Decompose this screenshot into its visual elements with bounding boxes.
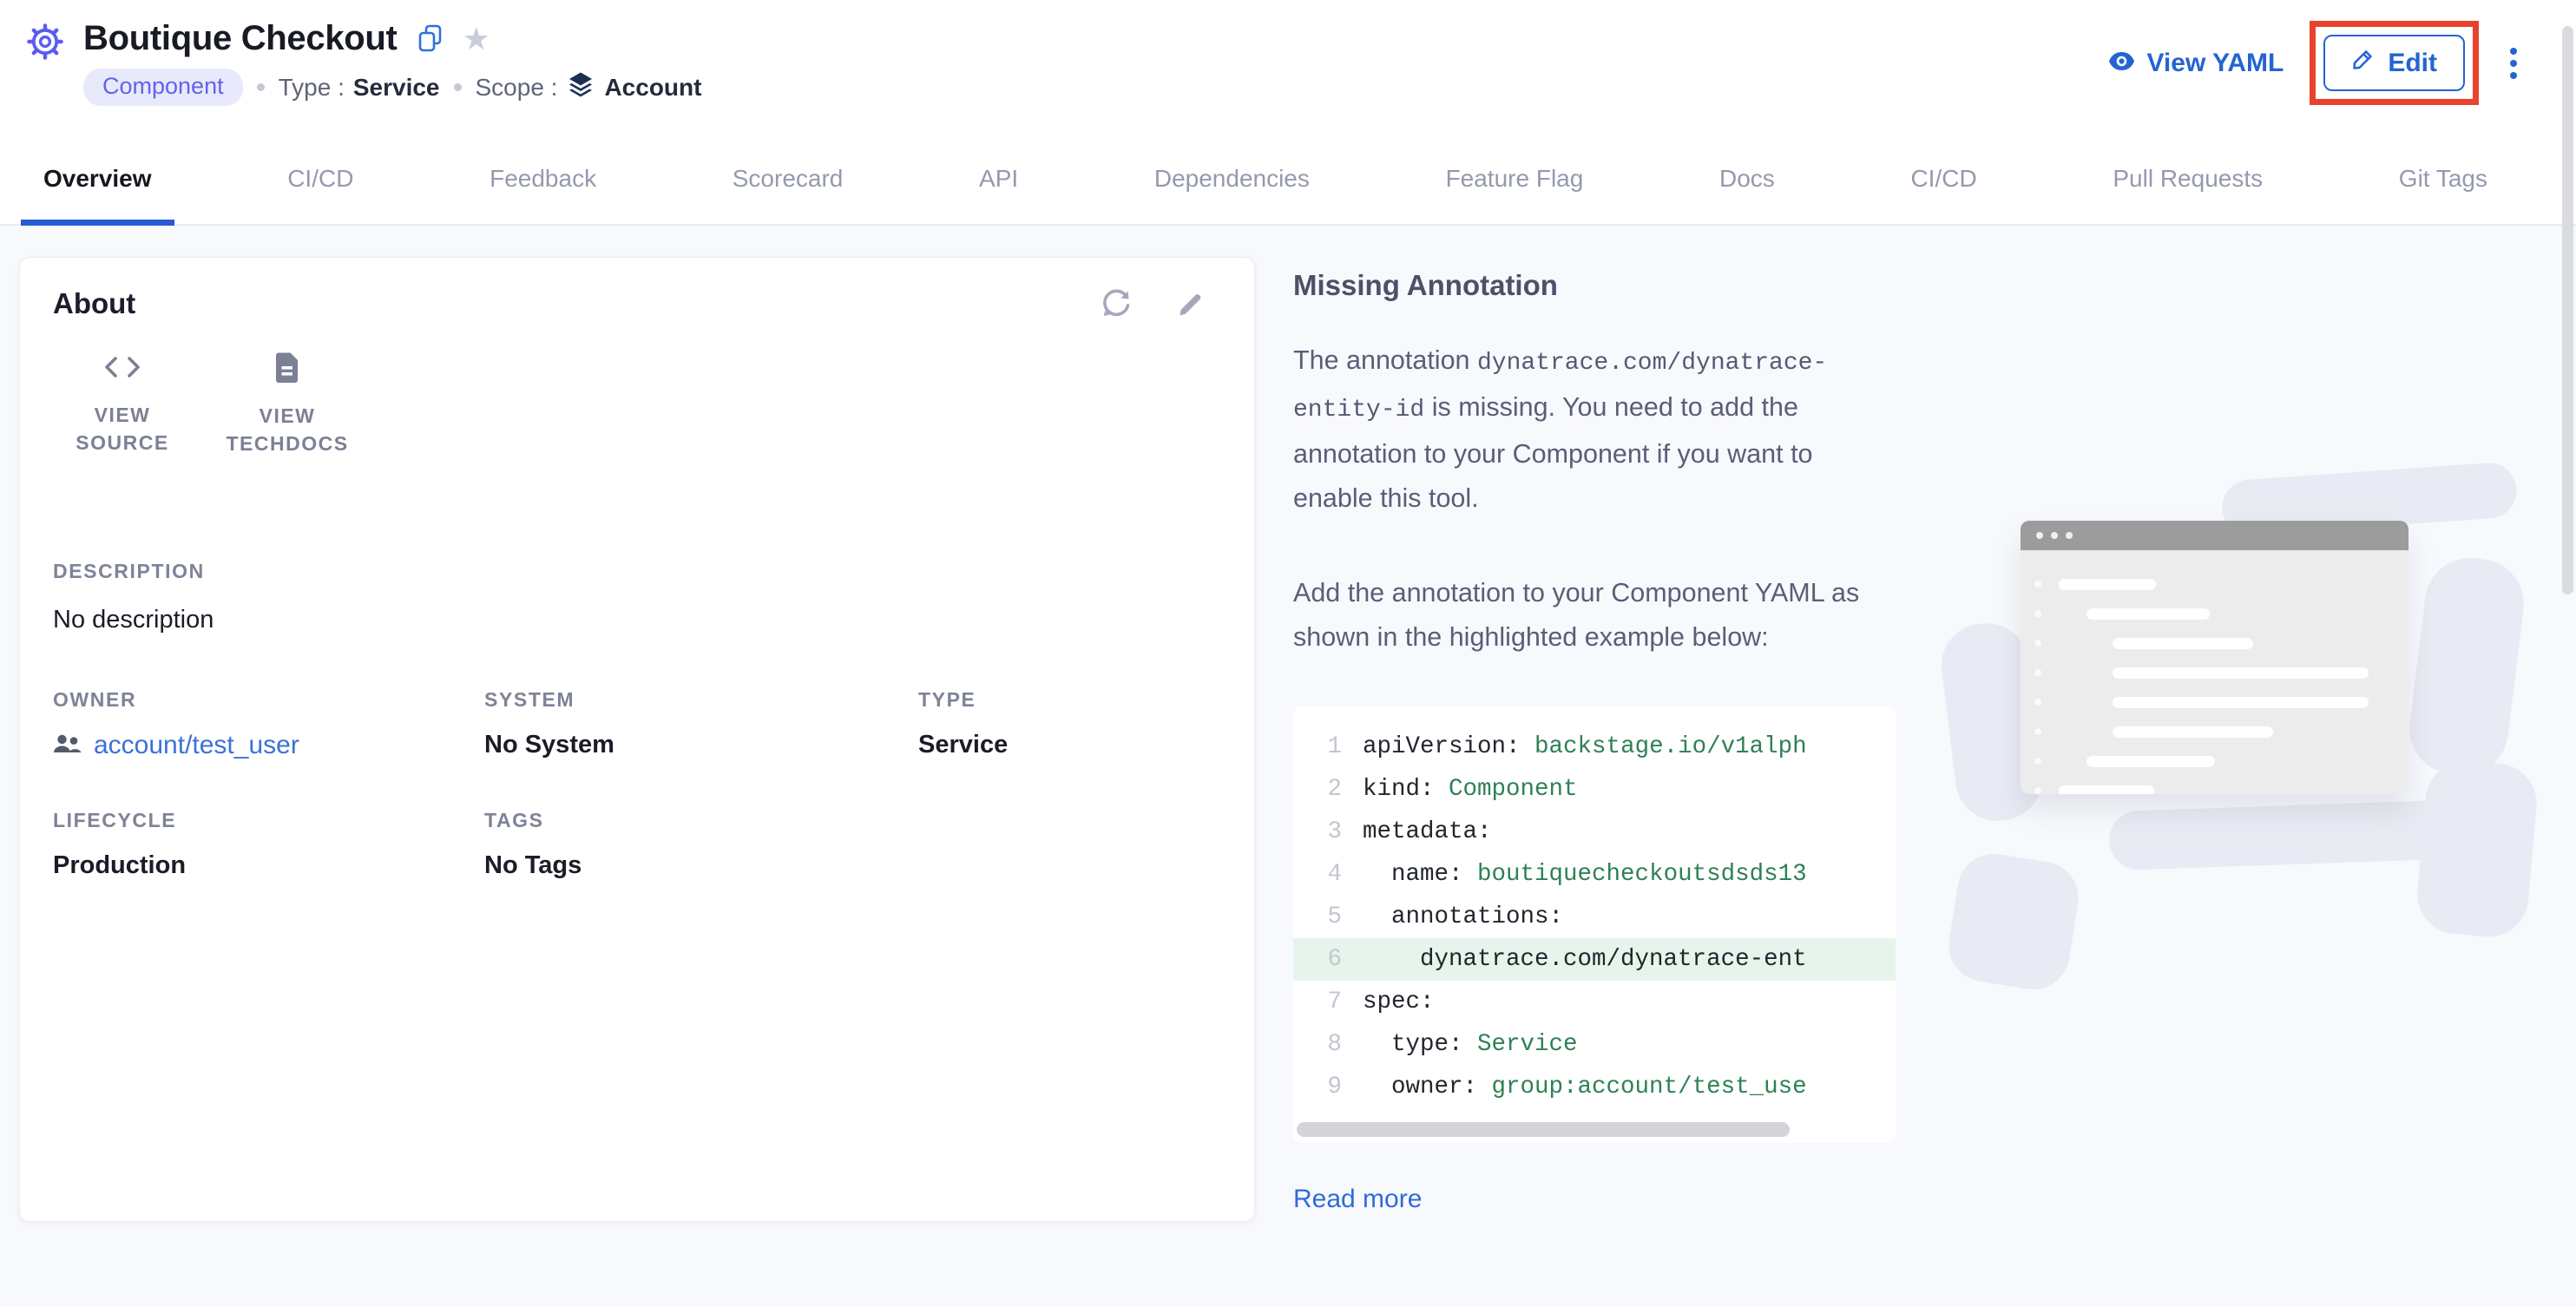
view-techdocs-button[interactable]: VIEW TECHDOCS — [218, 351, 357, 457]
entity-subtitle: Component Type : Service Scope : — [83, 69, 701, 106]
type-field: TYPE Service — [918, 688, 1206, 760]
scope-meta: Scope : Account — [476, 71, 702, 104]
separator-dot — [454, 83, 462, 91]
eye-icon — [2108, 49, 2135, 78]
edit-button[interactable]: Edit — [2323, 35, 2465, 91]
owner-link-label: account/test_user — [94, 731, 299, 760]
tab-cicd[interactable]: CI/CD — [265, 165, 376, 224]
entity-tabbar: Overview CI/CD Feedback Scorecard API De… — [0, 118, 2576, 226]
code-line: 2kind: Component — [1293, 768, 1896, 811]
edit-button-highlight: Edit — [2310, 21, 2479, 105]
type-meta: Type : Service — [279, 74, 440, 102]
view-yaml-label: View YAML — [2146, 49, 2284, 78]
view-techdocs-label: VIEW TECHDOCS — [218, 402, 357, 457]
code-line-highlighted: 6 dynatrace.com/dynatrace-ent — [1293, 938, 1896, 981]
tab-pull-requests[interactable]: Pull Requests — [2090, 165, 2285, 224]
code-line: 5 annotations: — [1293, 896, 1896, 938]
edit-button-label: Edit — [2388, 49, 2437, 78]
tags-field: TAGS No Tags — [484, 809, 918, 880]
yaml-code-block: 1apiVersion: backstage.io/v1alph 2kind: … — [1293, 706, 1896, 1143]
view-source-label: VIEW SOURCE — [53, 401, 192, 456]
page-scrollbar-thumb[interactable] — [2562, 26, 2573, 594]
edit-about-pencil-icon[interactable] — [1174, 288, 1206, 319]
tab-docs[interactable]: Docs — [1697, 165, 1797, 224]
separator-dot — [257, 83, 265, 91]
tab-overview[interactable]: Overview — [21, 165, 174, 224]
annotation-paragraph: The annotation dynatrace.com/dynatrace-e… — [1293, 338, 1896, 521]
header-actions: View YAML Edit — [2108, 21, 2522, 105]
code-line: 1apiVersion: backstage.io/v1alph — [1293, 726, 1896, 768]
lifecycle-field: LIFECYCLE Production — [53, 809, 484, 880]
about-title: About — [53, 287, 135, 320]
tab-feature-flag[interactable]: Feature Flag — [1423, 165, 1607, 224]
system-field: SYSTEM No System — [484, 688, 918, 760]
about-card: About — [19, 257, 1255, 1222]
annotation-instruction: Add the annotation to your Component YAM… — [1293, 571, 1896, 660]
missing-annotation-panel: Missing Annotation The annotation dynatr… — [1293, 269, 1896, 1214]
group-people-icon — [53, 731, 82, 760]
code-line: 4 name: boutiquecheckoutsdsds13 — [1293, 853, 1896, 896]
view-yaml-link[interactable]: View YAML — [2108, 49, 2284, 78]
refresh-icon[interactable] — [1098, 287, 1134, 320]
account-layers-icon — [568, 71, 594, 104]
tab-git-tags[interactable]: Git Tags — [2376, 165, 2510, 224]
kind-badge: Component — [83, 69, 243, 106]
code-window-illustration — [1909, 338, 2569, 946]
illustration-window — [2021, 521, 2408, 794]
description-value: No description — [53, 606, 1206, 634]
entity-title-block: Boutique Checkout ★ Component Type : Ser… — [26, 19, 701, 106]
star-icon[interactable]: ★ — [463, 23, 490, 55]
owner-link[interactable]: account/test_user — [53, 731, 484, 760]
page-title: Boutique Checkout — [83, 19, 398, 58]
illustration-titlebar — [2021, 521, 2408, 550]
code-line: 7spec: — [1293, 981, 1896, 1023]
page-header: Boutique Checkout ★ Component Type : Ser… — [0, 0, 2576, 118]
tab-scorecard[interactable]: Scorecard — [710, 165, 866, 224]
tab-dependencies[interactable]: Dependencies — [1132, 165, 1332, 224]
code-line: 8 type: Service — [1293, 1023, 1896, 1066]
title-and-subtitle: Boutique Checkout ★ Component Type : Ser… — [83, 19, 701, 106]
tab-cicd-2[interactable]: CI/CD — [1888, 165, 1999, 224]
missing-annotation-title: Missing Annotation — [1293, 269, 1896, 302]
code-horizontal-scrollbar[interactable] — [1297, 1122, 1790, 1137]
view-source-button[interactable]: VIEW SOURCE — [53, 351, 192, 457]
description-label: DESCRIPTION — [53, 560, 1206, 583]
docs-file-icon — [274, 351, 300, 388]
read-more-link[interactable]: Read more — [1293, 1185, 1422, 1214]
pencil-icon — [2351, 48, 2375, 78]
overview-content: About — [0, 226, 2576, 1277]
kebab-menu-icon[interactable] — [2505, 43, 2522, 84]
code-line: 3metadata: — [1293, 811, 1896, 853]
owner-field: OWNER account/test_user — [53, 688, 484, 760]
component-gear-icon — [26, 23, 64, 65]
copy-icon[interactable] — [417, 24, 444, 53]
code-line: 9 owner: group:account/test_use — [1293, 1066, 1896, 1108]
tab-feedback[interactable]: Feedback — [467, 165, 619, 224]
code-brackets-icon — [103, 351, 141, 387]
tab-api[interactable]: API — [956, 165, 1041, 224]
